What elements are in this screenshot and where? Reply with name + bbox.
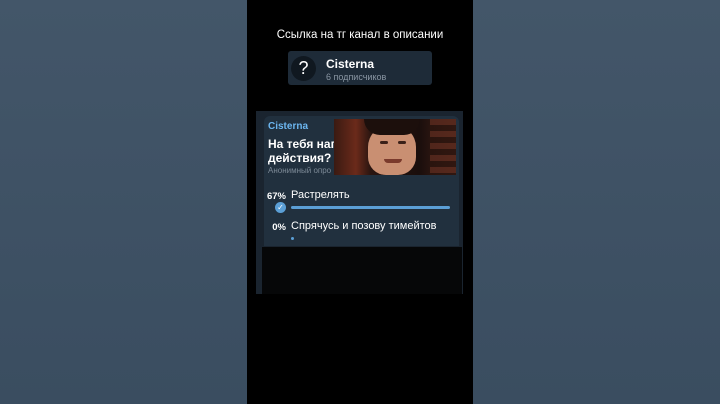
poll-option-2-bar [291,237,294,240]
video-caption: Ссылка на тг канал в описании [276,29,444,41]
right-backdrop [473,0,720,404]
poll-question-line-1: На тебя напа [268,137,338,151]
poll-question-line-2: действия? [268,151,332,165]
poll-option-1-label[interactable]: Растрелять [291,189,350,201]
poll-option-1-percent: 67% [266,191,286,202]
left-backdrop [0,0,247,404]
poll-option-2-percent: 0% [272,222,286,233]
channel-name: Cisterna [326,57,375,71]
poll-option-1-bar [291,206,450,209]
poll-type-label: Анонимный опро [268,166,332,175]
checkmark-icon: ✓ [275,202,286,213]
poll-option-2-label[interactable]: Спрячусь и позову тимейтов [291,220,436,232]
channel-subscribers: 6 подписчиков [326,72,387,82]
phone-screen: Ссылка на тг канал в описании ? Cisterna… [247,0,473,404]
poll-meme-image [334,119,456,175]
poll-author[interactable]: Cisterna [268,121,308,132]
channel-avatar: ? [291,56,316,81]
poll-question: На тебя напа действия? [268,137,338,165]
channel-card[interactable]: ? Cisterna 6 подписчиков [288,51,432,85]
chat-background [262,247,462,294]
